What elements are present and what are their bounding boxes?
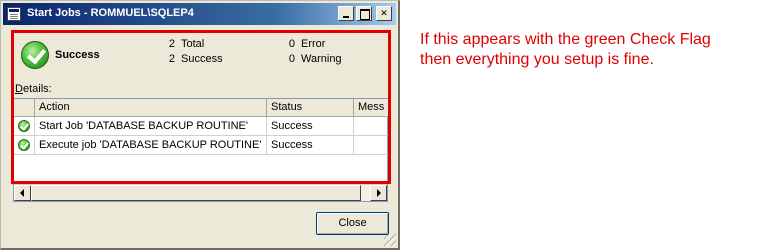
success-label: Success <box>181 53 223 65</box>
summary-panel: Success 2 Total 2 Success 0 Error 0 Warning <box>11 31 389 73</box>
action-cell: Start Job 'DATABASE BACKUP ROUTINE' <box>35 117 267 136</box>
start-jobs-dialog: Start Jobs - ROMMUEL\SQLEP4 Success 2 Tot… <box>0 0 400 250</box>
row-icon-cell <box>14 117 35 136</box>
column-header-status[interactable]: Status <box>267 99 354 117</box>
maximize-button[interactable] <box>356 6 372 21</box>
details-label-text: etails: <box>22 83 52 95</box>
table-row[interactable]: Start Job 'DATABASE BACKUP ROUTINE' Succ… <box>14 117 389 136</box>
details-label: Details: <box>15 83 52 95</box>
total-stat: 2 Total <box>161 38 204 50</box>
annotation-line-2: then everything you setup is fine. <box>420 51 654 68</box>
message-cell <box>354 136 389 155</box>
minimize-button[interactable] <box>338 6 354 21</box>
close-window-button[interactable] <box>376 6 392 21</box>
status-cell: Success <box>267 117 354 136</box>
success-stat: 2 Success <box>161 53 223 65</box>
message-cell <box>354 117 389 136</box>
details-label-mnemonic: D <box>15 83 23 95</box>
resize-grip-icon[interactable] <box>384 234 396 246</box>
details-grid[interactable]: Action Status Mess Start Job 'DATABASE B… <box>13 98 389 202</box>
dialog-app-icon <box>7 7 21 21</box>
scrollbar-thumb[interactable] <box>31 185 361 201</box>
error-count: 0 <box>288 38 295 50</box>
window-title: Start Jobs - ROMMUEL\SQLEP4 <box>27 7 194 19</box>
action-cell: Execute job 'DATABASE BACKUP ROUTINE' <box>35 136 267 155</box>
table-row[interactable]: Execute job 'DATABASE BACKUP ROUTINE' Su… <box>14 136 389 155</box>
column-header-icon[interactable] <box>14 99 35 117</box>
column-header-action[interactable]: Action <box>35 99 267 117</box>
warning-count: 0 <box>288 53 295 65</box>
success-check-icon <box>18 139 30 151</box>
title-bar[interactable]: Start Jobs - ROMMUEL\SQLEP4 <box>3 3 396 25</box>
total-count: 2 <box>168 38 175 50</box>
scroll-left-arrow-icon[interactable] <box>14 185 31 201</box>
warning-stat: 0 Warning <box>281 53 342 65</box>
success-count: 2 <box>168 53 175 65</box>
row-icon-cell <box>14 136 35 155</box>
error-stat: 0 Error <box>281 38 326 50</box>
scroll-right-arrow-icon[interactable] <box>370 185 387 201</box>
annotation-line-1: If this appears with the green Check Fla… <box>420 31 711 48</box>
success-check-icon <box>21 41 49 69</box>
success-check-icon <box>18 120 30 132</box>
total-label: Total <box>181 38 205 50</box>
annotation-note: If this appears with the green Check Fla… <box>420 30 770 70</box>
horizontal-scrollbar[interactable] <box>14 184 387 201</box>
error-label: Error <box>301 38 326 50</box>
warning-label: Warning <box>301 53 342 65</box>
grid-header: Action Status Mess <box>14 99 389 117</box>
status-cell: Success <box>267 136 354 155</box>
column-header-message[interactable]: Mess <box>354 99 389 117</box>
status-label: Success <box>55 49 100 61</box>
close-button[interactable]: Close <box>316 212 389 235</box>
